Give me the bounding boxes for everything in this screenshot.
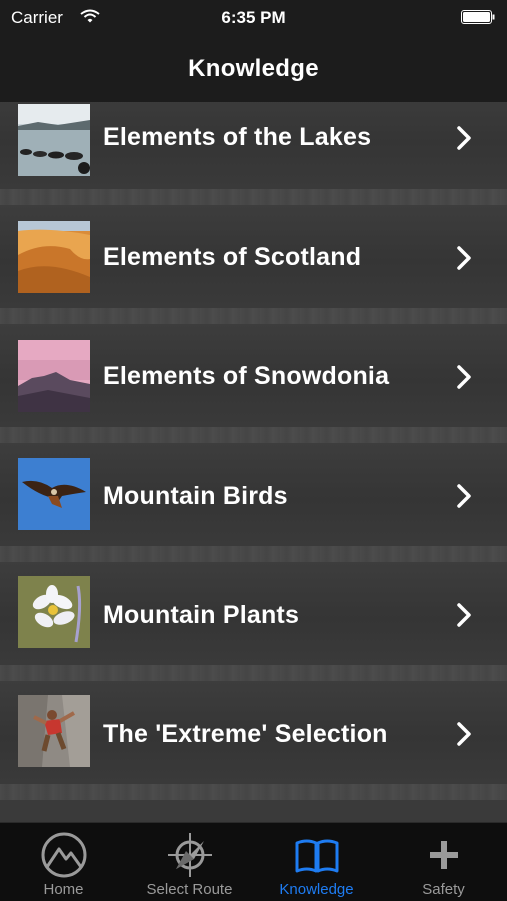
tab-label: Safety	[422, 881, 465, 898]
row-separator	[0, 665, 507, 681]
plus-icon	[429, 841, 458, 869]
tab-home[interactable]: Home	[0, 823, 127, 901]
kite-bird-photo	[18, 458, 90, 530]
row-separator	[0, 308, 507, 324]
rock-climber-photo	[18, 695, 90, 767]
tab-label: Knowledge	[279, 881, 354, 898]
status-bar: Carrier 6:35 PM	[0, 0, 507, 36]
knowledge-list[interactable]: Elements of the Lakes Elements of Scotla…	[0, 102, 507, 822]
mountain-dusk-photo	[18, 340, 90, 412]
list-item-label: The 'Extreme' Selection	[103, 720, 388, 748]
list-item-mountain-birds[interactable]: Mountain Birds	[0, 443, 507, 547]
tab-label: Home	[43, 881, 84, 898]
list-item-label: Mountain Plants	[103, 601, 300, 629]
tab-knowledge[interactable]: Knowledge	[253, 823, 380, 901]
chevron-right-icon	[457, 484, 471, 508]
chevron-right-icon	[457, 365, 471, 389]
sand-dune-photo	[18, 221, 90, 293]
page-title: Knowledge	[188, 55, 319, 82]
mountain-circle-icon	[41, 832, 86, 878]
row-separator	[0, 546, 507, 562]
chevron-right-icon	[457, 603, 471, 627]
tab-select-route[interactable]: Select Route	[126, 823, 253, 901]
chevron-right-icon	[457, 722, 471, 746]
list-item-label: Elements of Scotland	[103, 243, 362, 271]
list-item-extreme-selection[interactable]: The 'Extreme' Selection	[0, 681, 507, 785]
battery-icon	[461, 10, 495, 24]
navigation-bar: Knowledge	[0, 36, 507, 102]
tab-safety[interactable]: Safety	[380, 823, 507, 901]
lake-photo	[18, 104, 90, 176]
list-item-elements-of-the-lakes[interactable]: Elements of the Lakes	[0, 102, 507, 190]
book-icon	[295, 839, 338, 873]
list-item-label: Mountain Birds	[103, 482, 288, 510]
compass-icon	[167, 833, 212, 877]
chevron-right-icon	[457, 126, 471, 150]
row-separator	[0, 189, 507, 205]
row-separator	[0, 784, 507, 800]
clock: 6:35 PM	[221, 8, 286, 27]
list-item-label: Elements of the Lakes	[103, 123, 372, 151]
chevron-right-icon	[457, 246, 471, 270]
white-flower-photo	[18, 576, 90, 648]
tab-label: Select Route	[146, 881, 233, 898]
list-item-elements-of-snowdonia[interactable]: Elements of Snowdonia	[0, 324, 507, 428]
list-item-elements-of-scotland[interactable]: Elements of Scotland	[0, 205, 507, 309]
list-item-label: Elements of Snowdonia	[103, 362, 390, 390]
row-separator	[0, 427, 507, 443]
tab-bar: Home Select Route Knowledge Safety	[0, 822, 507, 901]
list-item-mountain-plants[interactable]: Mountain Plants	[0, 562, 507, 666]
